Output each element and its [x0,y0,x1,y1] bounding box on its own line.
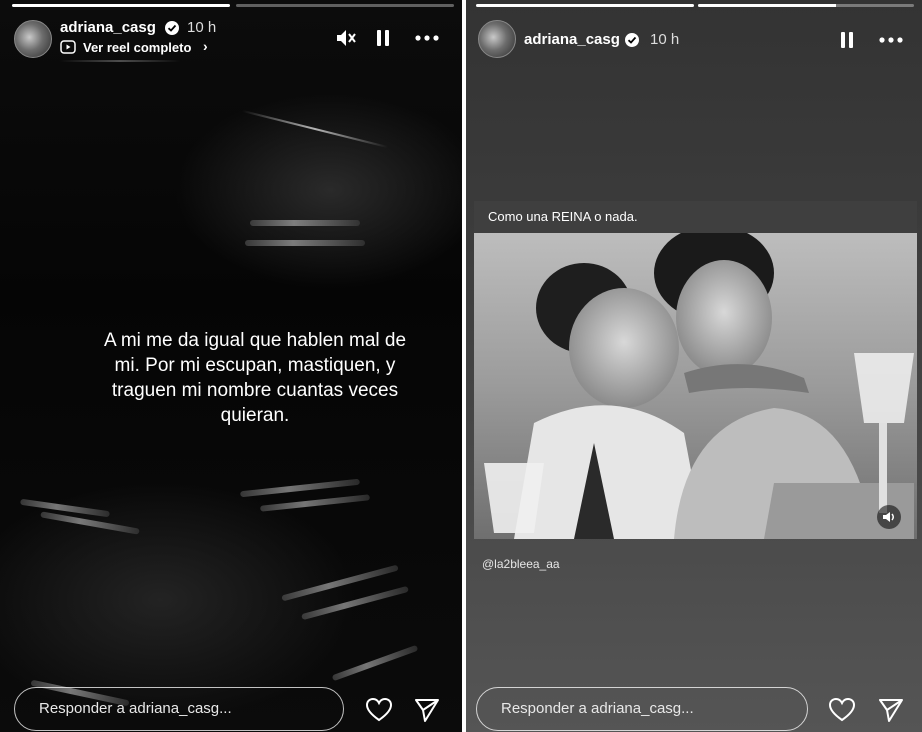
verified-badge-icon [625,33,639,47]
story-time: 10 h [187,19,217,36]
story-progress-1 [476,4,694,7]
reply-input[interactable]: Responder a adriana_casg... [476,687,808,731]
more-dots-icon[interactable] [414,25,440,51]
story-progress-1 [12,4,230,7]
avatar[interactable] [478,20,516,58]
credit-handle[interactable]: @la2bleea_aa [482,557,560,571]
verified-badge-icon [165,21,179,35]
story-progress-2-fill [698,4,837,7]
username[interactable]: adriana_casg [60,19,156,36]
avatar[interactable] [14,20,52,58]
heart-icon[interactable] [365,697,393,723]
pause-icon[interactable] [370,25,396,51]
speaker-muted-icon[interactable] [333,25,359,51]
pause-icon[interactable] [834,27,860,53]
shared-post-card[interactable]: Como una REINA o nada. [474,201,917,539]
heart-icon[interactable] [828,697,856,723]
story-progress-2 [236,4,454,7]
story-progress-1-fill [476,4,694,7]
reel-link-label: Ver reel completo [83,40,192,55]
reply-input[interactable]: Responder a adriana_casg... [14,687,344,731]
reel-icon [60,40,76,59]
paper-plane-icon[interactable] [878,697,904,723]
username[interactable]: adriana_casg [524,31,620,48]
story-panel-left[interactable]: adriana_casg 10 h Ver reel completo › A … [0,0,462,732]
story-time: 10 h [650,31,680,48]
paper-plane-icon[interactable] [414,697,440,723]
story-progress-2 [698,4,914,7]
shared-post-caption: Como una REINA o nada. [488,209,638,224]
shared-post-image [474,233,917,539]
volume-icon[interactable] [877,505,901,529]
story-panel-right[interactable]: adriana_casg 10 h Como una REINA o nada. [466,0,922,732]
chevron-right-icon: › [203,38,208,54]
story-text: A mi me da igual que hablen mal de mi. P… [103,330,407,426]
story-progress-1-fill [12,4,230,7]
more-dots-icon[interactable] [878,27,904,53]
